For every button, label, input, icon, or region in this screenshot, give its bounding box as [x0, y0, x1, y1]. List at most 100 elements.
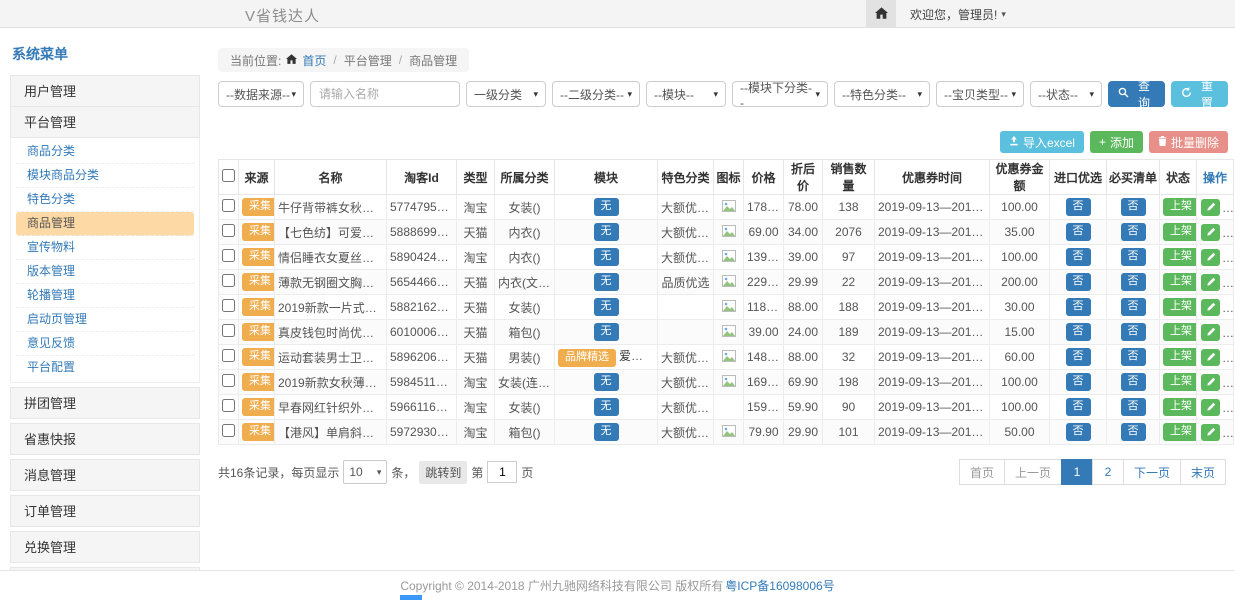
sidebar-item-模块商品分类[interactable]: 模块商品分类: [16, 164, 194, 188]
import-excel-button[interactable]: 导入excel: [1000, 131, 1084, 153]
filter-module-select[interactable]: --模块--▾: [646, 81, 726, 107]
edit-button[interactable]: [1201, 274, 1220, 291]
row-checkbox[interactable]: [222, 249, 235, 262]
sidebar-group-6[interactable]: 兑换管理: [10, 531, 200, 563]
must-buy-toggle[interactable]: 否: [1121, 423, 1146, 441]
module-badge[interactable]: 无: [594, 273, 619, 291]
import-select-toggle[interactable]: 否: [1066, 248, 1091, 266]
module-badge[interactable]: 无: [594, 223, 619, 241]
sidebar-item-启动页管理[interactable]: 启动页管理: [16, 308, 194, 332]
import-select-toggle[interactable]: 否: [1066, 223, 1091, 241]
module-badge[interactable]: 无: [594, 373, 619, 391]
per-page-select[interactable]: 10▾: [343, 460, 387, 484]
row-checkbox[interactable]: [222, 299, 235, 312]
status-toggle[interactable]: 上架: [1163, 423, 1197, 441]
status-toggle[interactable]: 上架: [1163, 273, 1197, 291]
sidebar-item-意见反馈[interactable]: 意见反馈: [16, 332, 194, 356]
icp-link[interactable]: 粤ICP备16098006号: [725, 577, 834, 594]
sidebar-group-2[interactable]: 拼团管理: [10, 387, 200, 419]
row-checkbox[interactable]: [222, 324, 235, 337]
must-buy-toggle[interactable]: 否: [1121, 323, 1146, 341]
row-checkbox[interactable]: [222, 199, 235, 212]
select-all-checkbox[interactable]: [222, 169, 235, 182]
import-select-toggle[interactable]: 否: [1066, 273, 1091, 291]
edit-button[interactable]: [1201, 349, 1220, 366]
sidebar-item-轮播管理[interactable]: 轮播管理: [16, 284, 194, 308]
row-checkbox[interactable]: [222, 399, 235, 412]
filter-source-select[interactable]: --数据来源--▾: [218, 81, 304, 107]
module-badge[interactable]: 无: [594, 398, 619, 416]
sidebar-item-特色分类[interactable]: 特色分类: [16, 188, 194, 212]
name-search-input[interactable]: [310, 81, 460, 107]
jump-button[interactable]: 跳转到: [419, 461, 467, 484]
add-button[interactable]: + 添加: [1090, 131, 1143, 153]
sidebar-item-商品管理[interactable]: 商品管理: [16, 212, 194, 236]
filter-cat2-select[interactable]: --二级分类--▾: [552, 81, 640, 107]
reset-button[interactable]: 重置: [1171, 81, 1228, 107]
edit-button[interactable]: [1201, 374, 1220, 391]
filter-cat1-select[interactable]: 一级分类▾: [466, 81, 546, 107]
must-buy-toggle[interactable]: 否: [1121, 248, 1146, 266]
must-buy-toggle[interactable]: 否: [1121, 298, 1146, 316]
filter-status-select[interactable]: --状态--▾: [1030, 81, 1102, 107]
filter-goods-type-select[interactable]: --宝贝类型--▾: [936, 81, 1024, 107]
module-badge[interactable]: 品牌精选: [558, 349, 616, 367]
pager-button-下一页[interactable]: 下一页: [1123, 459, 1181, 485]
import-select-toggle[interactable]: 否: [1066, 298, 1091, 316]
module-badge[interactable]: 无: [594, 423, 619, 441]
module-badge[interactable]: 无: [594, 248, 619, 266]
edit-button[interactable]: [1201, 199, 1220, 216]
row-checkbox[interactable]: [222, 224, 235, 237]
sidebar-group-0[interactable]: 用户管理: [10, 75, 200, 107]
home-button[interactable]: [866, 0, 896, 28]
row-checkbox[interactable]: [222, 349, 235, 362]
edit-button[interactable]: [1201, 399, 1220, 416]
filter-feature-select[interactable]: --特色分类--▾: [834, 81, 930, 107]
edit-button[interactable]: [1201, 324, 1220, 341]
module-badge[interactable]: 无: [594, 323, 619, 341]
must-buy-toggle[interactable]: 否: [1121, 373, 1146, 391]
import-select-toggle[interactable]: 否: [1066, 348, 1091, 366]
import-select-toggle[interactable]: 否: [1066, 398, 1091, 416]
status-toggle[interactable]: 上架: [1163, 398, 1197, 416]
status-toggle[interactable]: 上架: [1163, 298, 1197, 316]
module-badge[interactable]: 无: [594, 198, 619, 216]
row-checkbox[interactable]: [222, 374, 235, 387]
sidebar-item-平台配置[interactable]: 平台配置: [16, 356, 194, 380]
breadcrumb-home-link[interactable]: 首页: [302, 52, 326, 69]
status-toggle[interactable]: 上架: [1163, 373, 1197, 391]
row-checkbox[interactable]: [222, 274, 235, 287]
sidebar-group-3[interactable]: 省惠快报: [10, 423, 200, 455]
batch-delete-button[interactable]: 批量删除: [1149, 131, 1228, 153]
sidebar-group-1[interactable]: 平台管理: [10, 106, 200, 138]
edit-button[interactable]: [1201, 424, 1220, 441]
sidebar-item-宣传物料[interactable]: 宣传物料: [16, 236, 194, 260]
must-buy-toggle[interactable]: 否: [1121, 273, 1146, 291]
status-toggle[interactable]: 上架: [1163, 348, 1197, 366]
sidebar-item-商品分类[interactable]: 商品分类: [16, 140, 194, 164]
pager-button-末页[interactable]: 末页: [1180, 459, 1226, 485]
pager-button-1[interactable]: 1: [1061, 459, 1093, 485]
import-select-toggle[interactable]: 否: [1066, 323, 1091, 341]
row-checkbox[interactable]: [222, 424, 235, 437]
import-select-toggle[interactable]: 否: [1066, 423, 1091, 441]
welcome-dropdown[interactable]: 欢迎您，管理员! ▾: [910, 6, 1006, 23]
pager-button-上一页[interactable]: 上一页: [1004, 459, 1062, 485]
status-toggle[interactable]: 上架: [1163, 223, 1197, 241]
edit-button[interactable]: [1201, 249, 1220, 266]
filter-module-sub-select[interactable]: --模块下分类--▾: [732, 81, 828, 107]
import-select-toggle[interactable]: 否: [1066, 198, 1091, 216]
status-toggle[interactable]: 上架: [1163, 323, 1197, 341]
import-select-toggle[interactable]: 否: [1066, 373, 1091, 391]
must-buy-toggle[interactable]: 否: [1121, 348, 1146, 366]
must-buy-toggle[interactable]: 否: [1121, 198, 1146, 216]
edit-button[interactable]: [1201, 299, 1220, 316]
edit-button[interactable]: [1201, 224, 1220, 241]
bottom-scrollbar-thumb[interactable]: [400, 595, 422, 600]
must-buy-toggle[interactable]: 否: [1121, 398, 1146, 416]
sidebar-item-版本管理[interactable]: 版本管理: [16, 260, 194, 284]
status-toggle[interactable]: 上架: [1163, 198, 1197, 216]
must-buy-toggle[interactable]: 否: [1121, 223, 1146, 241]
pager-button-2[interactable]: 2: [1092, 459, 1124, 485]
module-badge[interactable]: 无: [594, 298, 619, 316]
